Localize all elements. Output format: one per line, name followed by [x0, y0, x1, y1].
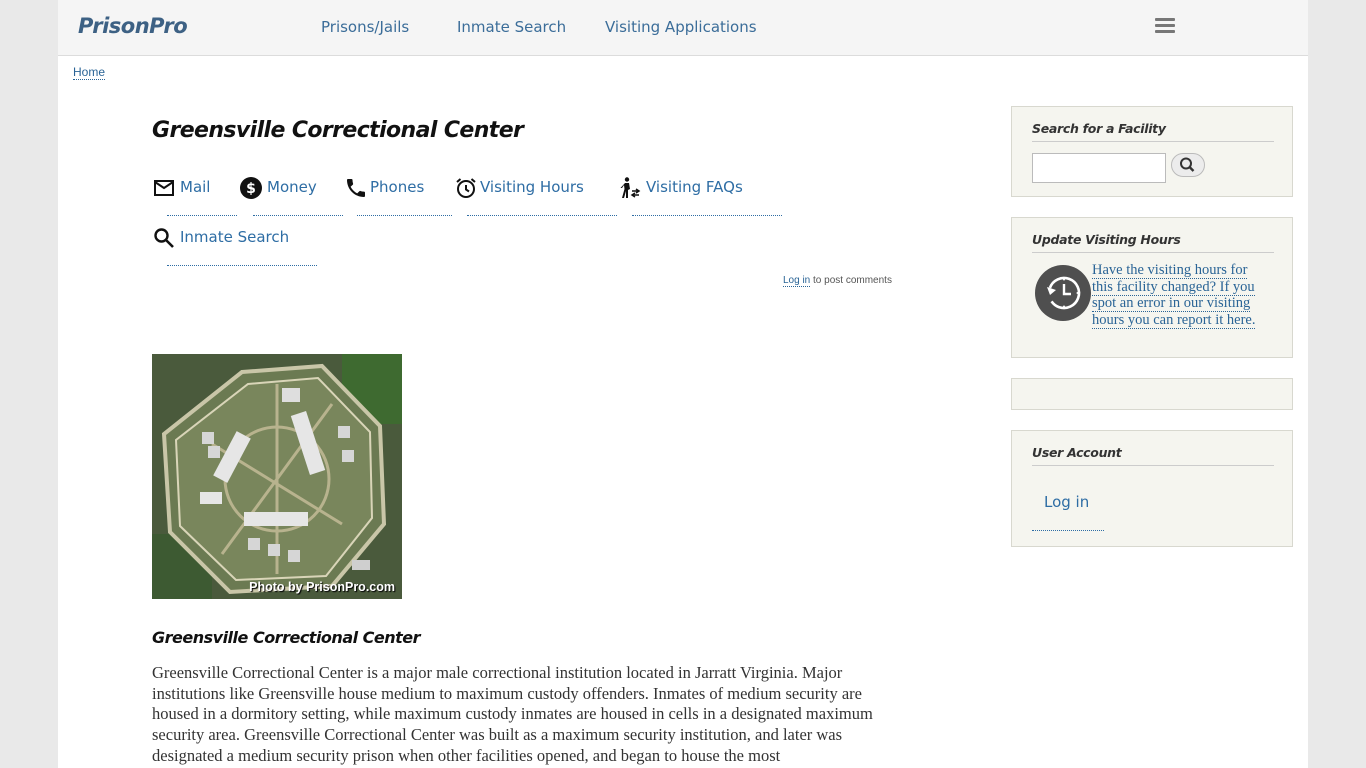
update-block-title: Update Visiting Hours — [1032, 232, 1274, 253]
alarm-clock-icon — [456, 178, 476, 198]
mail-icon — [154, 180, 174, 196]
nav-visiting-applications[interactable]: Visiting Applications — [605, 18, 757, 36]
search-facility-block: Search for a Facility — [1011, 106, 1293, 197]
search-icon — [154, 228, 174, 248]
facility-search-input[interactable] — [1032, 153, 1166, 183]
breadcrumb-home[interactable]: Home — [73, 66, 106, 80]
tab-visiting-faqs[interactable]: Visiting FAQs — [619, 176, 784, 216]
search-button-icon — [1180, 157, 1195, 172]
update-visiting-hours-block: Update Visiting Hours Have the visiting … — [1011, 217, 1293, 358]
hamburger-menu-icon[interactable] — [1155, 18, 1175, 34]
comment-login-notice: Log in to post comments — [783, 275, 892, 287]
history-clock-icon — [1035, 265, 1091, 321]
tab-phones-label: Phones — [370, 178, 425, 196]
comment-login-suffix: to post comments — [810, 275, 892, 286]
user-account-title: User Account — [1032, 445, 1274, 466]
phone-icon — [347, 179, 365, 197]
report-hours-link[interactable]: Have the visiting hours for this facilit… — [1092, 262, 1256, 330]
empty-sidebar-block — [1011, 378, 1293, 410]
user-account-block: User Account Log in — [1011, 430, 1293, 547]
facility-search-button[interactable] — [1171, 153, 1205, 177]
visitor-icon — [620, 177, 641, 198]
tab-mail[interactable]: Mail — [152, 176, 238, 216]
nav-prisons-jails[interactable]: Prisons/Jails — [321, 18, 409, 36]
page-title: Greensville Correctional Center — [152, 118, 524, 143]
site-header: PrisonPro Prisons/Jails Inmate Search Vi… — [58, 0, 1308, 56]
search-block-title: Search for a Facility — [1032, 121, 1274, 142]
tab-visiting-faqs-label: Visiting FAQs — [646, 178, 743, 196]
tab-mail-label: Mail — [180, 178, 211, 196]
user-login-link[interactable]: Log in — [1032, 493, 1104, 531]
site-logo[interactable]: PrisonPro — [78, 14, 188, 38]
content-heading: Greensville Correctional Center — [152, 628, 421, 647]
facility-description: Greensville Correctional Center is a maj… — [152, 663, 873, 765]
money-icon: $ — [240, 177, 262, 199]
comment-login-link[interactable]: Log in — [783, 275, 811, 287]
photo-caption: Photo by PrisonPro.com — [249, 580, 395, 594]
tab-visiting-hours[interactable]: Visiting Hours — [454, 176, 619, 216]
tab-inmate-search[interactable]: Inmate Search — [152, 226, 318, 266]
tab-money-label: Money — [267, 178, 317, 196]
svg-text:$: $ — [246, 181, 256, 197]
tab-visiting-hours-label: Visiting Hours — [480, 178, 584, 196]
tab-money[interactable]: $ Money — [239, 176, 343, 216]
tab-phones[interactable]: Phones — [344, 176, 454, 216]
facility-aerial-photo: Photo by PrisonPro.com — [152, 354, 402, 599]
page-container: PrisonPro Prisons/Jails Inmate Search Vi… — [58, 0, 1308, 768]
update-hours-text: Have the visiting hours for this facilit… — [1092, 262, 1270, 330]
nav-inmate-search[interactable]: Inmate Search — [457, 18, 566, 36]
tab-inmate-search-label: Inmate Search — [180, 228, 290, 246]
